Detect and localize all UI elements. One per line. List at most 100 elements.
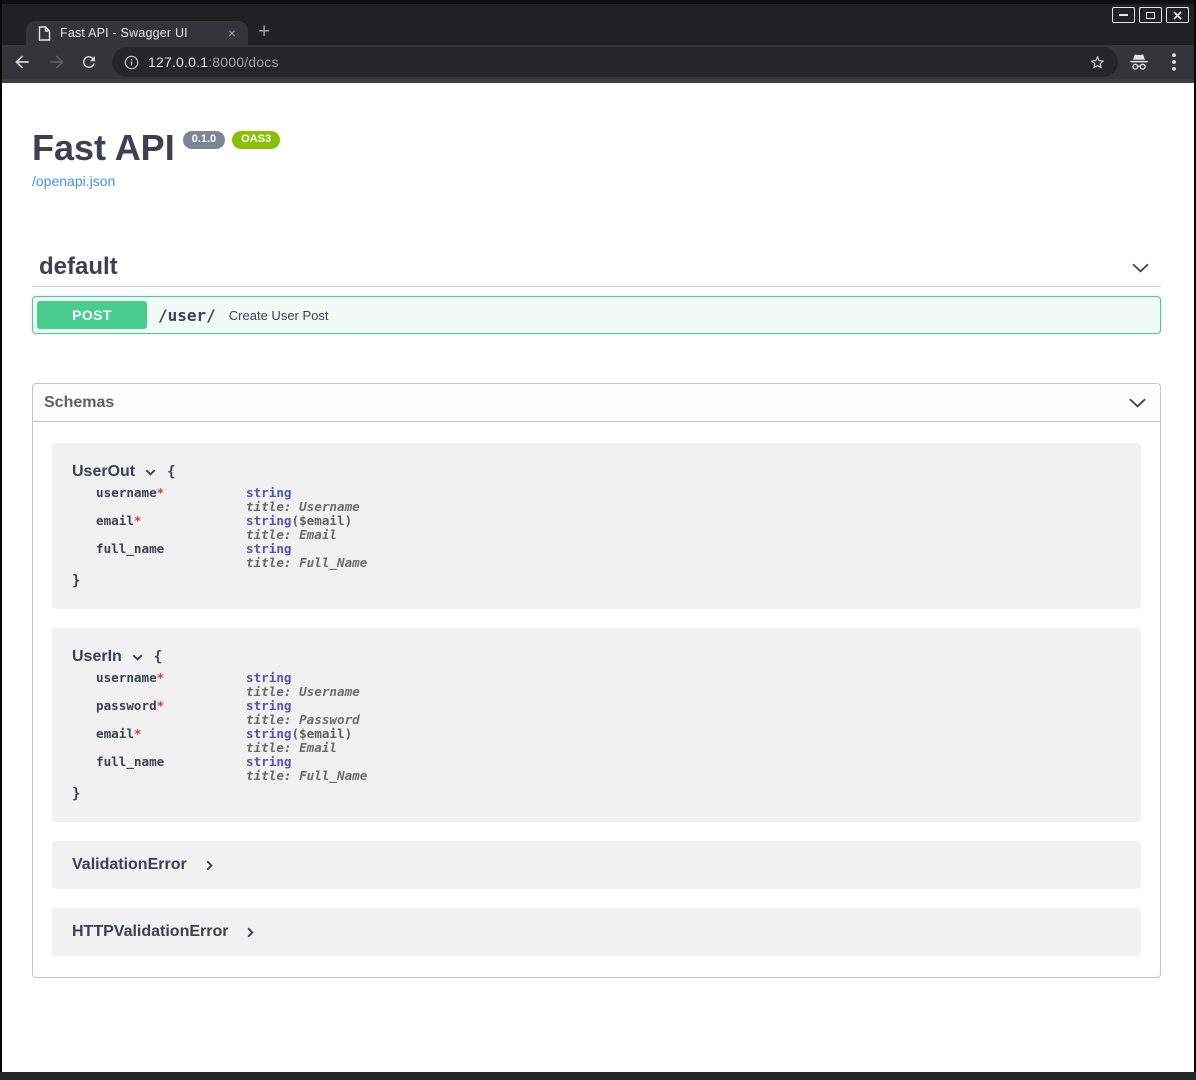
field-description: stringtitle: Full_Name	[246, 542, 367, 570]
brace-close: }	[72, 573, 1121, 589]
field-description: stringtitle: Password	[246, 699, 360, 727]
openapi-spec-link[interactable]: /openapi.json	[32, 173, 115, 189]
field-title-line: title: Full_Name	[246, 769, 367, 783]
forward-arrow-icon	[47, 52, 67, 72]
api-info: Fast API 0.1.0 OAS3 /openapi.json	[32, 128, 1161, 191]
minimize-button[interactable]	[1112, 7, 1135, 23]
chevron-right-icon[interactable]	[203, 859, 216, 872]
field-description: stringtitle: Username	[246, 671, 360, 699]
window-top-border	[0, 0, 1196, 4]
model-title-row[interactable]: UserOut {	[72, 463, 1121, 481]
tab-close-icon[interactable]: ×	[224, 26, 240, 40]
tag-name: default	[39, 253, 118, 281]
window-left-border	[0, 0, 2, 1080]
api-title: Fast API	[32, 128, 175, 168]
model-title-row[interactable]: ValidationError	[72, 856, 1121, 874]
schemas-header[interactable]: Schemas	[33, 384, 1160, 422]
model-httpvalidationerror: HTTPValidationError	[52, 908, 1141, 956]
reload-icon	[80, 53, 98, 71]
toolbar-right	[1128, 53, 1184, 72]
close-icon	[1173, 11, 1182, 20]
incognito-icon	[1128, 53, 1150, 72]
oas3-badge: OAS3	[232, 131, 280, 149]
chevron-down-icon[interactable]	[1130, 257, 1151, 278]
brace-close: }	[72, 786, 1121, 802]
required-star: *	[134, 726, 142, 741]
required-star: *	[157, 670, 165, 685]
schema-field-username: username*stringtitle: Username	[96, 486, 1121, 514]
new-tab-button[interactable]: +	[258, 19, 270, 45]
field-name: email*	[96, 727, 246, 755]
version-badge: 0.1.0	[183, 131, 225, 149]
field-type-line: string	[246, 699, 360, 713]
site-info-icon[interactable]	[124, 55, 139, 70]
schemas-body: UserOut{username*stringtitle: Usernameem…	[33, 422, 1160, 977]
required-star: *	[157, 698, 165, 713]
three-dot-menu-icon	[1172, 53, 1176, 71]
chevron-down-icon[interactable]	[131, 651, 144, 664]
field-name: full_name	[96, 755, 246, 783]
field-title-line: title: Email	[246, 741, 352, 755]
model-validationerror: ValidationError	[52, 841, 1141, 889]
tab-title: Fast API - Swagger UI	[60, 26, 188, 40]
schema-field-full_name: full_namestringtitle: Full_Name	[96, 542, 1121, 570]
field-title-line: title: Full_Name	[246, 556, 367, 570]
field-name: username*	[96, 671, 246, 699]
url-text[interactable]: 127.0.0.1:8000/docs	[148, 54, 279, 70]
model-userout: UserOut{username*stringtitle: Usernameem…	[52, 443, 1141, 609]
schema-field-full_name: full_namestringtitle: Full_Name	[96, 755, 1121, 783]
prop-format: ($email)	[292, 513, 353, 528]
page-favicon-icon	[38, 26, 51, 41]
model-title-row[interactable]: UserIn{	[72, 648, 1121, 666]
model-userin: UserIn{ username*stringtitle: Usernamepas…	[52, 628, 1141, 822]
tag-header[interactable]: default	[32, 248, 1161, 287]
address-bar[interactable]: 127.0.0.1:8000/docs	[112, 47, 1118, 77]
maximize-button[interactable]	[1139, 7, 1162, 23]
field-name: password*	[96, 699, 246, 727]
prop-type: string	[246, 698, 292, 713]
field-name: full_name	[96, 542, 246, 570]
back-button[interactable]	[12, 52, 32, 72]
chevron-right-icon[interactable]	[244, 926, 257, 939]
field-description: stringtitle: Full_Name	[246, 755, 367, 783]
star-icon	[1088, 53, 1107, 72]
model-name: UserOut	[72, 463, 135, 481]
tag-section-default: default POST /user/ Create User Post	[32, 248, 1161, 334]
model-title-row[interactable]: HTTPValidationError	[72, 923, 1121, 941]
reload-button[interactable]	[80, 53, 98, 71]
prop-type: string	[246, 670, 292, 685]
required-star: *	[157, 485, 165, 500]
prop-format: ($email)	[292, 726, 353, 741]
field-name: username*	[96, 486, 246, 514]
operation-post-user[interactable]: POST /user/ Create User Post	[32, 296, 1161, 334]
prop-type: string	[246, 485, 292, 500]
prop-type: string	[246, 541, 292, 556]
field-type-line: string	[246, 671, 360, 685]
tab-strip: Fast API - Swagger UI × +	[0, 4, 1196, 45]
field-type-line: string($email)	[246, 727, 352, 741]
field-type-line: string	[246, 755, 367, 769]
field-type-line: string	[246, 542, 367, 556]
required-star: *	[134, 513, 142, 528]
model-fields: username*stringtitle: Usernamepassword*s…	[96, 671, 1121, 783]
minimize-icon	[1119, 14, 1128, 16]
brace-open: {	[167, 464, 175, 480]
chevron-down-icon[interactable]	[144, 466, 157, 479]
operation-summary: Create User Post	[229, 308, 329, 323]
swagger-page: Fast API 0.1.0 OAS3 /openapi.json defaul…	[2, 83, 1194, 1072]
method-badge: POST	[37, 301, 147, 329]
bookmark-star-button[interactable]	[1088, 53, 1107, 72]
browser-menu-button[interactable]	[1172, 53, 1176, 71]
prop-type: string	[246, 726, 292, 741]
back-arrow-icon	[12, 52, 32, 72]
forward-button[interactable]	[47, 52, 67, 72]
chevron-down-icon[interactable]	[1127, 392, 1148, 413]
model-fields: username*stringtitle: Usernameemail*stri…	[96, 486, 1121, 570]
close-button[interactable]	[1166, 7, 1189, 23]
browser-tab[interactable]: Fast API - Swagger UI ×	[26, 21, 248, 45]
url-path: :8000/docs	[208, 54, 279, 70]
field-title-line: title: Email	[246, 528, 352, 542]
field-name: email*	[96, 514, 246, 542]
field-title-line: title: Username	[246, 500, 360, 514]
field-description: stringtitle: Username	[246, 486, 360, 514]
